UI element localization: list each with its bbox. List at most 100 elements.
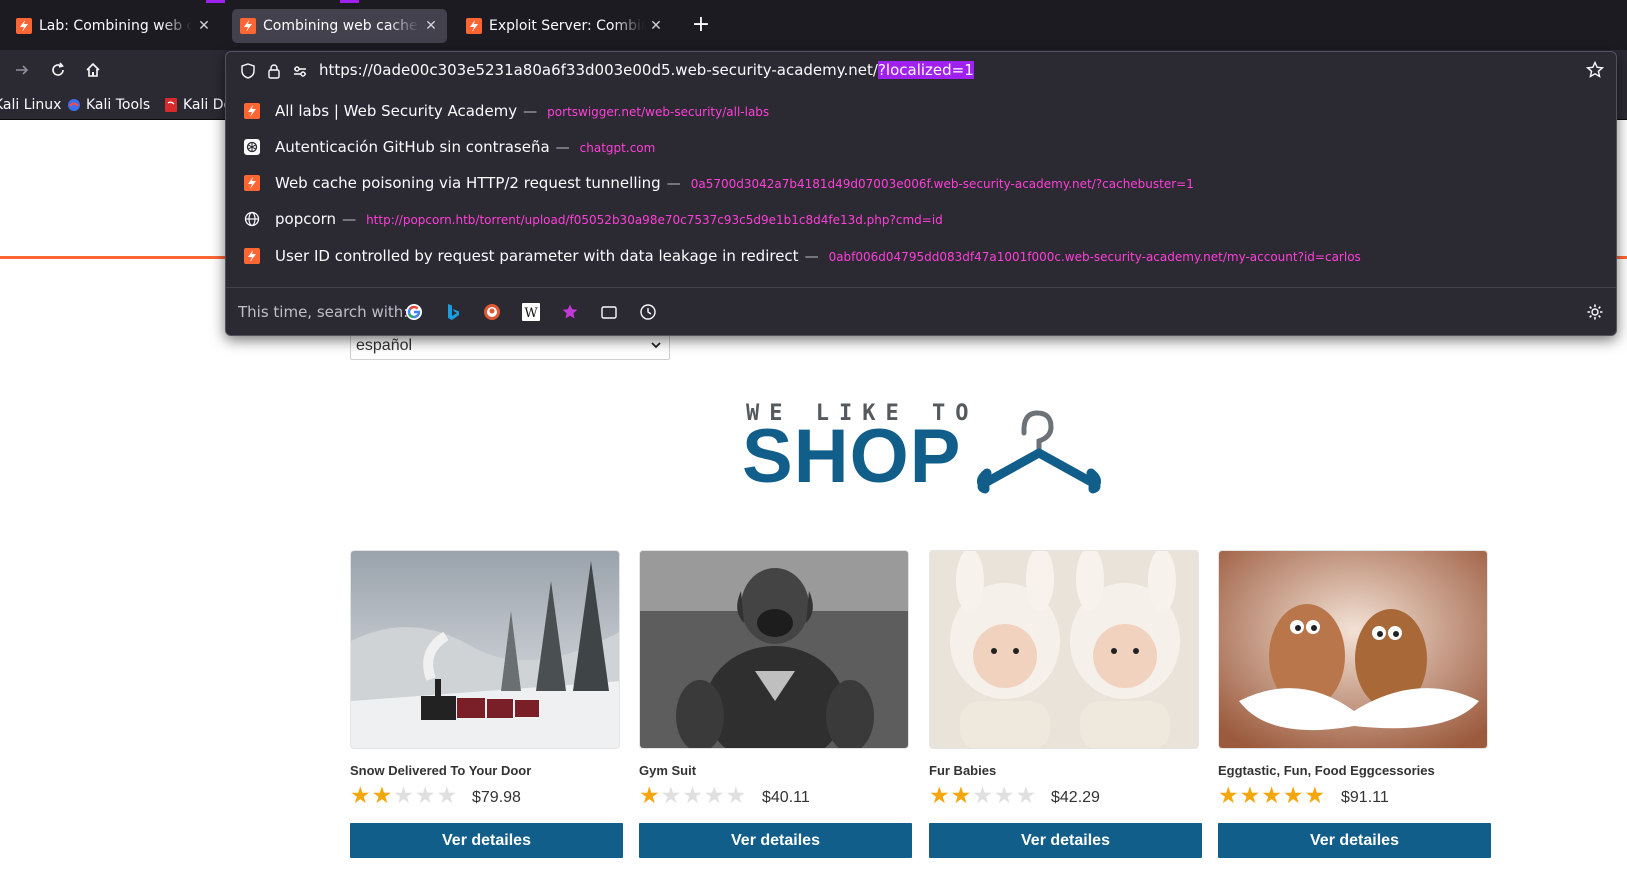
product-price: $79.98 [472, 789, 521, 806]
star-icon: ★ [436, 783, 458, 809]
product-rating: ★ ★ ★ ★ ★ [1218, 784, 1326, 808]
star-icon: ★ [1015, 783, 1037, 809]
kali-docs-icon [165, 98, 177, 112]
bing-icon[interactable] [443, 302, 463, 322]
new-tab-button[interactable]: + [688, 13, 714, 39]
google-icon[interactable] [404, 302, 424, 322]
star-icon: ★ [929, 783, 950, 809]
tab-strip: Lab: Combining web cache ✕ Combining web… [0, 0, 1627, 50]
suggestion-url: 0abf006d04795dd083df47a1001f000c.web-sec… [828, 250, 1361, 264]
bookmark-label: Kali Tools [86, 97, 151, 113]
history-icon[interactable] [638, 302, 658, 322]
lock-icon[interactable] [266, 63, 282, 79]
url-input[interactable]: https://0ade00c303e5231a80a6f33d003e00d5… [319, 61, 974, 79]
product-card: Fur Babies ★ ★ ★ ★ ★ $42.29 Ver detailes [929, 550, 1202, 858]
url-selection: ?localized=1 [877, 61, 974, 79]
suggestion-item[interactable]: Web cache poisoning via HTTP/2 request t… [226, 165, 1616, 201]
language-select[interactable]: español [350, 333, 670, 360]
view-details-button[interactable]: Ver detailes [639, 823, 912, 858]
home-button[interactable] [79, 56, 107, 84]
tab-container-indicator [206, 0, 225, 3]
star-icon: ★ [1261, 783, 1282, 809]
bookmark-star-icon[interactable] [1586, 61, 1604, 79]
bookmark-kali-tools[interactable]: Kali Tools [67, 97, 150, 113]
product-name: Eggtastic, Fun, Food Eggcessories [1218, 763, 1435, 778]
home-icon [86, 62, 100, 77]
url-bar[interactable]: https://0ade00c303e5231a80a6f33d003e00d5… [226, 52, 1616, 90]
star-icon: ★ [703, 783, 725, 809]
chatgpt-icon [244, 139, 260, 155]
forward-button[interactable] [8, 56, 36, 84]
suggestion-title: Autenticación GitHub sin contraseña [275, 138, 550, 156]
suggestion-title: All labs | Web Security Academy [275, 102, 518, 120]
product-image [1218, 550, 1488, 749]
star-icon: ★ [350, 783, 371, 809]
bookmark-kali-docs[interactable]: Kali Do [164, 97, 232, 113]
portswigger-icon [244, 175, 260, 191]
product-name: Fur Babies [929, 763, 997, 778]
star-icon: ★ [682, 783, 703, 809]
suggestion-item[interactable]: Autenticación GitHub sin contraseña — chat… [226, 129, 1616, 165]
bookmark-kali-linux[interactable]: Kali Linux [0, 97, 61, 113]
star-icon: ★ [414, 783, 436, 809]
product-price: $91.11 [1341, 789, 1389, 806]
product-name: Snow Delivered To Your Door [350, 763, 532, 778]
suggestion-url: portswigger.net/web-security/all-labs [547, 105, 770, 119]
bookmark-label: Kali Linux [0, 97, 62, 113]
star-icon: ★ [1218, 783, 1239, 809]
portswigger-icon [16, 18, 32, 34]
permissions-icon[interactable] [292, 63, 308, 79]
star-icon: ★ [371, 783, 393, 809]
star-icon: ★ [972, 783, 993, 809]
product-card: Gym Suit ★ ★ ★ ★ ★ $40.11 Ver detailes [639, 550, 912, 858]
gear-icon[interactable] [1586, 303, 1604, 321]
product-price: $40.11 [762, 789, 810, 806]
suggestion-url: 0a5700d3042a7b4181d49d07003e006f.web-sec… [690, 177, 1194, 191]
tab-exploit-server[interactable]: Exploit Server: Combining ✕ [458, 9, 672, 43]
close-icon[interactable]: ✕ [423, 18, 439, 34]
star-icon: ★ [1282, 783, 1304, 809]
chevron-down-icon [651, 342, 661, 349]
close-icon[interactable]: ✕ [648, 18, 664, 34]
duckduckgo-icon[interactable] [482, 302, 502, 322]
product-rating: ★ ★ ★ ★ ★ [350, 784, 458, 808]
suggestion-item[interactable]: User ID controlled by request parameter … [226, 238, 1616, 274]
urlbar-dropdown: https://0ade00c303e5231a80a6f33d003e00d5… [225, 51, 1617, 336]
star-icon: ★ [639, 783, 660, 809]
portswigger-icon [244, 248, 260, 264]
reload-icon [52, 62, 64, 76]
shield-icon[interactable] [240, 63, 256, 79]
portswigger-icon [240, 18, 256, 34]
product-rating: ★ ★ ★ ★ ★ [929, 784, 1037, 808]
bookmarks-star-icon[interactable] [560, 302, 580, 322]
product-image [639, 550, 909, 749]
suggestion-item[interactable]: All labs | Web Security Academy — portswig… [226, 93, 1616, 129]
suggestion-title: User ID controlled by request parameter … [275, 247, 799, 265]
reload-button[interactable] [44, 56, 72, 84]
suggestion-url: chatgpt.com [579, 141, 656, 155]
view-details-button[interactable]: Ver detailes [1218, 823, 1491, 858]
globe-icon [244, 211, 260, 227]
product-image [350, 550, 620, 749]
wikipedia-icon[interactable]: W [521, 302, 541, 322]
language-selected: español [356, 337, 413, 354]
close-icon[interactable]: ✕ [196, 18, 212, 34]
arrow-right-icon [16, 65, 29, 75]
portswigger-icon [244, 103, 260, 119]
suggestion-url: http://popcorn.htb/torrent/upload/f05052… [366, 213, 943, 227]
kali-tools-icon [68, 99, 80, 111]
star-icon: ★ [393, 783, 414, 809]
star-icon: ★ [993, 783, 1015, 809]
divider [226, 287, 1616, 288]
product-rating: ★ ★ ★ ★ ★ [639, 784, 747, 808]
tab-combining[interactable]: Combining web cache poi ✕ [232, 9, 447, 43]
shop-logo: WE LIKE TO SHOP [742, 401, 1102, 506]
view-details-button[interactable]: Ver detailes [350, 823, 623, 858]
tab-title: Lab: Combining web cache [39, 18, 192, 34]
portswigger-icon [466, 18, 482, 34]
suggestion-title: Web cache poisoning via HTTP/2 request t… [275, 174, 661, 192]
tabs-icon[interactable] [599, 302, 619, 322]
suggestion-item[interactable]: popcorn — http://popcorn.htb/torrent/uploa… [226, 201, 1616, 237]
tab-lab[interactable]: Lab: Combining web cache ✕ [8, 9, 220, 43]
view-details-button[interactable]: Ver detailes [929, 823, 1202, 858]
